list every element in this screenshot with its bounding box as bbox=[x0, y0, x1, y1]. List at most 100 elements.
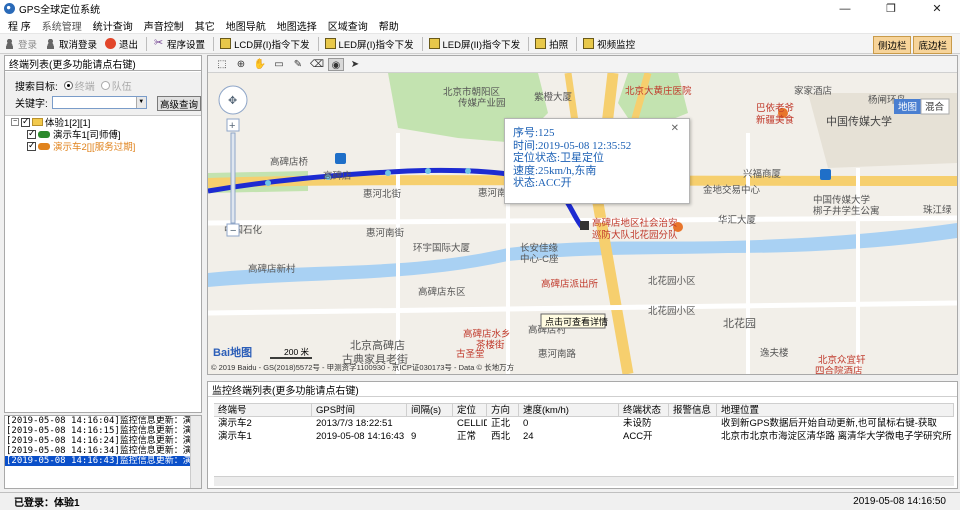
close-button[interactable]: ✕ bbox=[914, 0, 960, 17]
menu-item[interactable]: 统计查询 bbox=[93, 18, 133, 33]
table-header: 终端号 GPS时间 间隔(s) 定位 方向 速度(km/h) 终端状态 报警信息 地理位置 bbox=[214, 403, 954, 417]
minimize-button[interactable]: — bbox=[822, 0, 868, 17]
log-list[interactable]: [2019-05-08 14:16:04]监控信息更新：演示车 [2019-05… bbox=[4, 415, 202, 489]
zoom-region-icon[interactable]: ⬚ bbox=[214, 58, 230, 71]
log-scrollbar[interactable] bbox=[190, 416, 201, 488]
map-label: 北京市朝阳区 bbox=[443, 86, 501, 98]
terminal-radio[interactable] bbox=[63, 81, 73, 90]
popup-time: 时间:2019-05-08 12:35:52 bbox=[513, 139, 632, 152]
keyword-input[interactable]: ▼ bbox=[51, 96, 147, 109]
track-point[interactable] bbox=[265, 180, 271, 186]
menu-item[interactable]: 声音控制 bbox=[144, 18, 184, 33]
maximize-button[interactable]: ❐ bbox=[868, 0, 914, 17]
search-target-row: 搜索目标: 终端 队伍 bbox=[15, 81, 132, 93]
pointer-icon[interactable]: ➤ bbox=[347, 58, 363, 71]
monitor-panel-title: 监控终端列表(更多功能请点右键) bbox=[208, 382, 957, 397]
log-line[interactable]: [2019-05-08 14:16:04]监控信息更新：演示车 bbox=[5, 416, 201, 426]
map-label: 惠河南路 bbox=[538, 348, 577, 360]
dropdown-arrow-icon[interactable]: ▼ bbox=[135, 97, 146, 108]
led1-command-button[interactable]: LED屏(I)指令下发 bbox=[324, 37, 414, 51]
map-label: 梆子井学生公寓 bbox=[813, 205, 880, 217]
toolbar-separator bbox=[317, 36, 319, 51]
table-row[interactable]: 演示车1 2019-05-08 14:16:43 9 正常 西北 24 ACC开 北京市北京市… bbox=[214, 430, 954, 443]
video-monitor-button[interactable]: 视频监控 bbox=[583, 37, 635, 51]
vehicle-info-popup[interactable]: 序号:125 时间:2019-05-08 12:35:52 定位状态:卫星定位 … bbox=[504, 118, 690, 204]
table-cell: 演示车1 bbox=[218, 431, 252, 442]
log-line[interactable]: [2019-05-08 14:16:15]监控信息更新：演示车 bbox=[5, 426, 201, 436]
track-point[interactable] bbox=[465, 168, 471, 174]
group-checkbox[interactable] bbox=[21, 116, 30, 127]
table-cell: 正北 bbox=[491, 418, 511, 429]
map-panel: ⬚ ⊕ ✋ ▭ ✎ ⌫ ◉ ➤ 北京市朝阳区 传媒产业园 紫橙大厦 北京大黄庄医… bbox=[207, 55, 958, 375]
column-header[interactable]: 方向 bbox=[487, 404, 519, 416]
menu-item[interactable]: 程 序 bbox=[8, 18, 31, 33]
zoom-slider[interactable] bbox=[230, 132, 236, 224]
eraser-icon[interactable]: ⌫ bbox=[309, 58, 325, 71]
log-line[interactable]: [2019-05-08 14:16:24]监控信息更新：演示车 bbox=[5, 436, 201, 446]
popup-close-icon[interactable]: ✕ bbox=[671, 123, 679, 136]
track-point[interactable] bbox=[425, 168, 431, 174]
horizontal-scrollbar[interactable] bbox=[214, 476, 954, 486]
marker-tool-icon[interactable]: ✎ bbox=[290, 58, 306, 71]
toolbar-separator bbox=[576, 36, 578, 51]
table-cell: 收到新GPS数据后开始自动更新,也可鼠标右键-获取 bbox=[721, 418, 937, 429]
log-line-selected[interactable]: [2019-05-08 14:16:43]监控信息更新：演示车 bbox=[5, 456, 201, 466]
column-header[interactable]: 终端号 bbox=[214, 404, 312, 416]
advanced-search-button[interactable]: 高级查询 bbox=[157, 96, 201, 111]
photo-button[interactable]: 拍照 bbox=[535, 37, 568, 51]
ruler-icon[interactable]: ▭ bbox=[271, 58, 287, 71]
scale-label: 200 米 bbox=[284, 347, 310, 357]
cancel-login-button[interactable]: 取消登录 bbox=[45, 37, 97, 51]
exit-button[interactable]: 退出 bbox=[105, 37, 138, 51]
menu-item[interactable]: 帮助 bbox=[379, 18, 399, 33]
map-label: 中心-C座 bbox=[520, 253, 559, 265]
table-cell: 2013/7/3 18:22:51 bbox=[316, 418, 393, 429]
settings-button[interactable]: ✂ 程序设置 bbox=[153, 37, 205, 51]
sidebar-toggle[interactable]: 侧边栏 bbox=[872, 36, 912, 54]
map-label: 惠河北街 bbox=[363, 188, 402, 200]
column-header[interactable]: 定位 bbox=[453, 404, 487, 416]
column-header[interactable]: 地理位置 bbox=[717, 404, 954, 416]
column-header[interactable]: GPS时间 bbox=[312, 404, 407, 416]
map-label: 传媒产业园 bbox=[458, 97, 506, 109]
led2-command-button[interactable]: LED屏(II)指令下发 bbox=[428, 37, 520, 51]
column-header[interactable]: 报警信息 bbox=[669, 404, 717, 416]
menu-item[interactable]: 地图导航 bbox=[226, 18, 266, 33]
team-radio[interactable] bbox=[100, 81, 110, 90]
column-header[interactable]: 间隔(s) bbox=[407, 404, 453, 416]
table-cell: 北京市北京市海淀区清华路 离清华大学微电子学研究所 bbox=[721, 431, 952, 442]
table-cell: 24 bbox=[523, 431, 534, 442]
terminal-tree: − 体验1[2][1] 演示车1[司师傅] 演示车2[][服务过期] bbox=[11, 116, 135, 153]
table-cell: 未设防 bbox=[623, 418, 652, 429]
screen-icon bbox=[428, 38, 440, 49]
vehicle-checkbox[interactable] bbox=[27, 140, 36, 151]
tree-vehicle-2[interactable]: 演示车2[][服务过期] bbox=[11, 140, 135, 153]
track-point[interactable] bbox=[385, 170, 391, 176]
map-label: 金地交易中心 bbox=[703, 184, 761, 196]
table-row[interactable]: 演示车2 2013/7/3 18:22:51 CELLID 正北 0 未设防 收到新GPS数… bbox=[214, 417, 954, 430]
vehicle-marker-icon[interactable] bbox=[580, 221, 589, 230]
column-header[interactable]: 速度(km/h) bbox=[519, 404, 619, 416]
login-button[interactable]: 登录 bbox=[4, 37, 37, 51]
map-label: 高碑店派出所 bbox=[541, 278, 599, 290]
menu-item[interactable]: 地图选择 bbox=[277, 18, 317, 33]
eye-icon[interactable]: ◉ bbox=[328, 57, 344, 71]
menu-item[interactable]: 系统管理 bbox=[42, 18, 82, 33]
map-label: 高碑店地区社会治安 bbox=[592, 217, 678, 229]
terminal-panel: 终端列表(更多功能请点右键) 搜索目标: 终端 队伍 关键字: ▼ 高级查询 −… bbox=[4, 55, 202, 413]
bottombar-toggle[interactable]: 底边栏 bbox=[913, 36, 952, 54]
menu-item[interactable]: 区域查询 bbox=[328, 18, 368, 33]
terminal-panel-title: 终端列表(更多功能请点右键) bbox=[5, 56, 201, 71]
pan-hand-icon[interactable]: ✋ bbox=[252, 58, 268, 71]
menu-item[interactable]: 其它 bbox=[195, 18, 215, 33]
zoom-in-icon[interactable]: ⊕ bbox=[233, 58, 249, 71]
lcd1-command-button[interactable]: LCD屏(I)指令下发 bbox=[220, 37, 310, 51]
collapse-icon[interactable]: − bbox=[11, 118, 19, 126]
table-cell: 0 bbox=[523, 418, 529, 429]
vehicle-checkbox[interactable] bbox=[27, 128, 36, 139]
table-cell bbox=[407, 417, 453, 430]
map-type-hybrid-label: 混合 bbox=[925, 101, 945, 113]
column-header[interactable]: 终端状态 bbox=[619, 404, 669, 416]
log-line[interactable]: [2019-05-08 14:16:34]监控信息更新：演示车 bbox=[5, 446, 201, 456]
keyword-row: 关键字: ▼ bbox=[15, 95, 147, 110]
